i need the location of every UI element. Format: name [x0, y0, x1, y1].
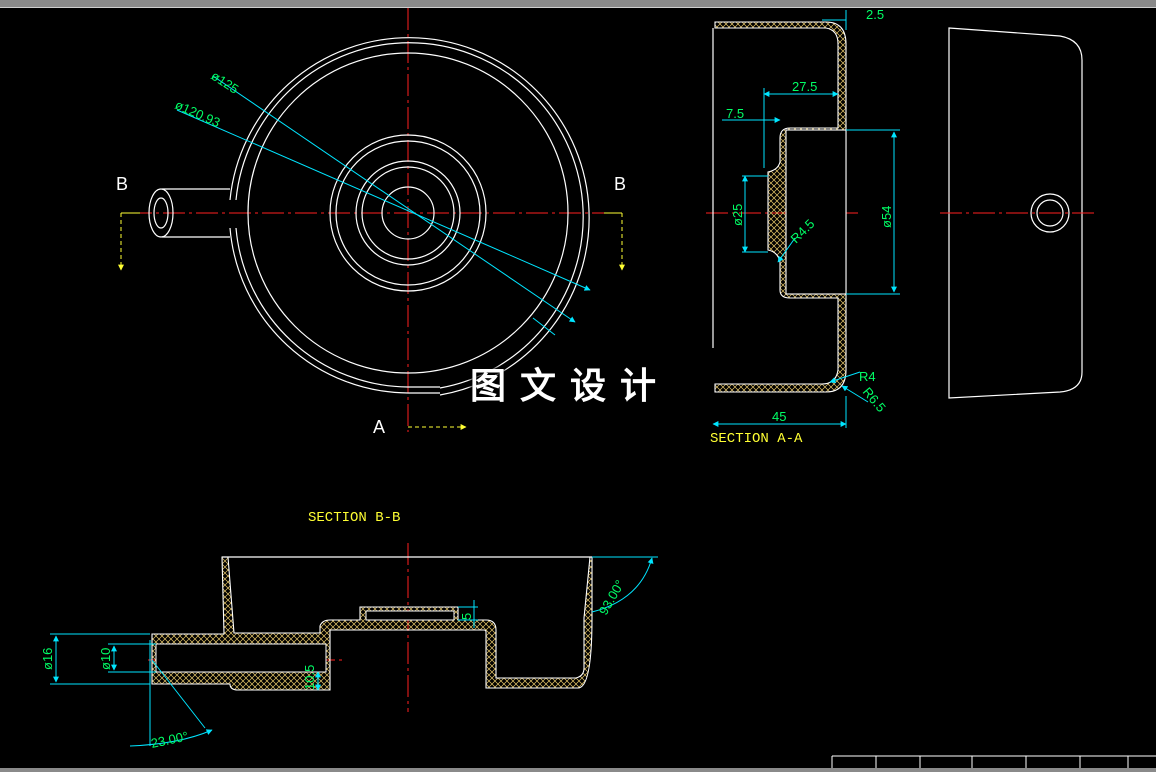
dim-dia-25: ø25 — [730, 204, 745, 226]
dim-45: 45 — [772, 409, 786, 424]
dim-2-5: 2.5 — [866, 7, 884, 22]
section-bb-view — [50, 543, 658, 747]
section-bb-title: SECTION B-B — [308, 510, 400, 526]
section-aa-title: SECTION A-A — [710, 431, 803, 447]
window-bottom-bar — [0, 768, 1156, 772]
cut-label-b-right: B — [614, 174, 626, 194]
dim-angle-23: 23.00° — [150, 728, 190, 751]
dim-dia-120-93: ø120.93 — [173, 97, 223, 130]
dim-dia-54: ø54 — [879, 206, 894, 228]
dim-5: 5 — [459, 613, 474, 620]
dim-dia-10: ø10 — [98, 648, 113, 670]
watermark-text: 图文设计 — [470, 366, 671, 407]
dim-7-5: 7.5 — [726, 106, 744, 121]
title-block — [831, 755, 1156, 768]
dim-10-5: 10.5 — [302, 665, 317, 690]
cut-label-b-left: B — [116, 174, 128, 194]
dim-dia-16: ø16 — [40, 648, 55, 670]
dim-27-5: 27.5 — [792, 79, 817, 94]
dim-angle-93: 93.00° — [596, 577, 628, 617]
dim-r-4: R4 — [859, 369, 876, 384]
side-view — [940, 27, 1094, 399]
cut-label-a: A — [373, 417, 385, 437]
